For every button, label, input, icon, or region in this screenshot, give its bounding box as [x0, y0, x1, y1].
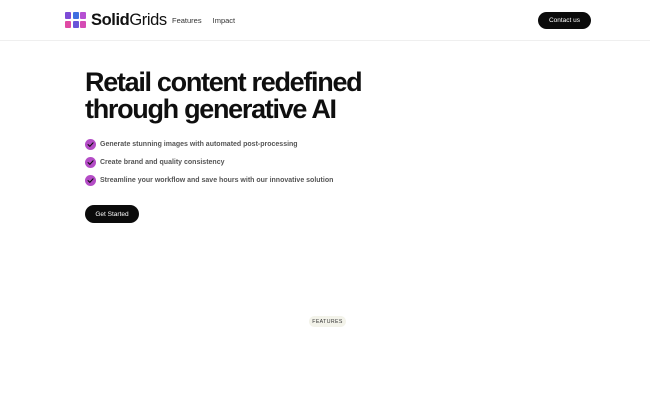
brand-name-bold: Solid [91, 11, 130, 29]
main-nav: Features Impact [172, 16, 235, 25]
hero-title: Retail content redefined through generat… [85, 67, 363, 124]
brand-name-light: Grids [129, 11, 167, 29]
features-section-badge: FEATURES [309, 316, 346, 327]
check-icon [85, 138, 96, 150]
bullet-text: Streamline your workflow and save hours … [100, 176, 334, 184]
brand-name: SolidGrids [91, 11, 167, 29]
bullet-text: Create brand and quality consistency [100, 158, 225, 166]
list-item: Create brand and quality consistency [85, 156, 333, 168]
brand-logo[interactable]: SolidGrids [65, 12, 167, 28]
check-icon [85, 156, 96, 168]
list-item: Streamline your workflow and save hours … [85, 174, 333, 186]
logo-grid-icon [65, 12, 86, 28]
nav-link-features[interactable]: Features [172, 16, 202, 25]
nav-link-impact[interactable]: Impact [213, 16, 236, 25]
list-item: Generate stunning images with automated … [85, 138, 333, 150]
feature-bullet-list: Generate stunning images with automated … [85, 138, 333, 192]
site-header: SolidGrids Features Impact Contact us [0, 0, 650, 41]
contact-us-button[interactable]: Contact us [538, 12, 591, 29]
bullet-text: Generate stunning images with automated … [100, 140, 298, 148]
get-started-button[interactable]: Get Started [85, 205, 139, 223]
check-icon [85, 174, 96, 186]
